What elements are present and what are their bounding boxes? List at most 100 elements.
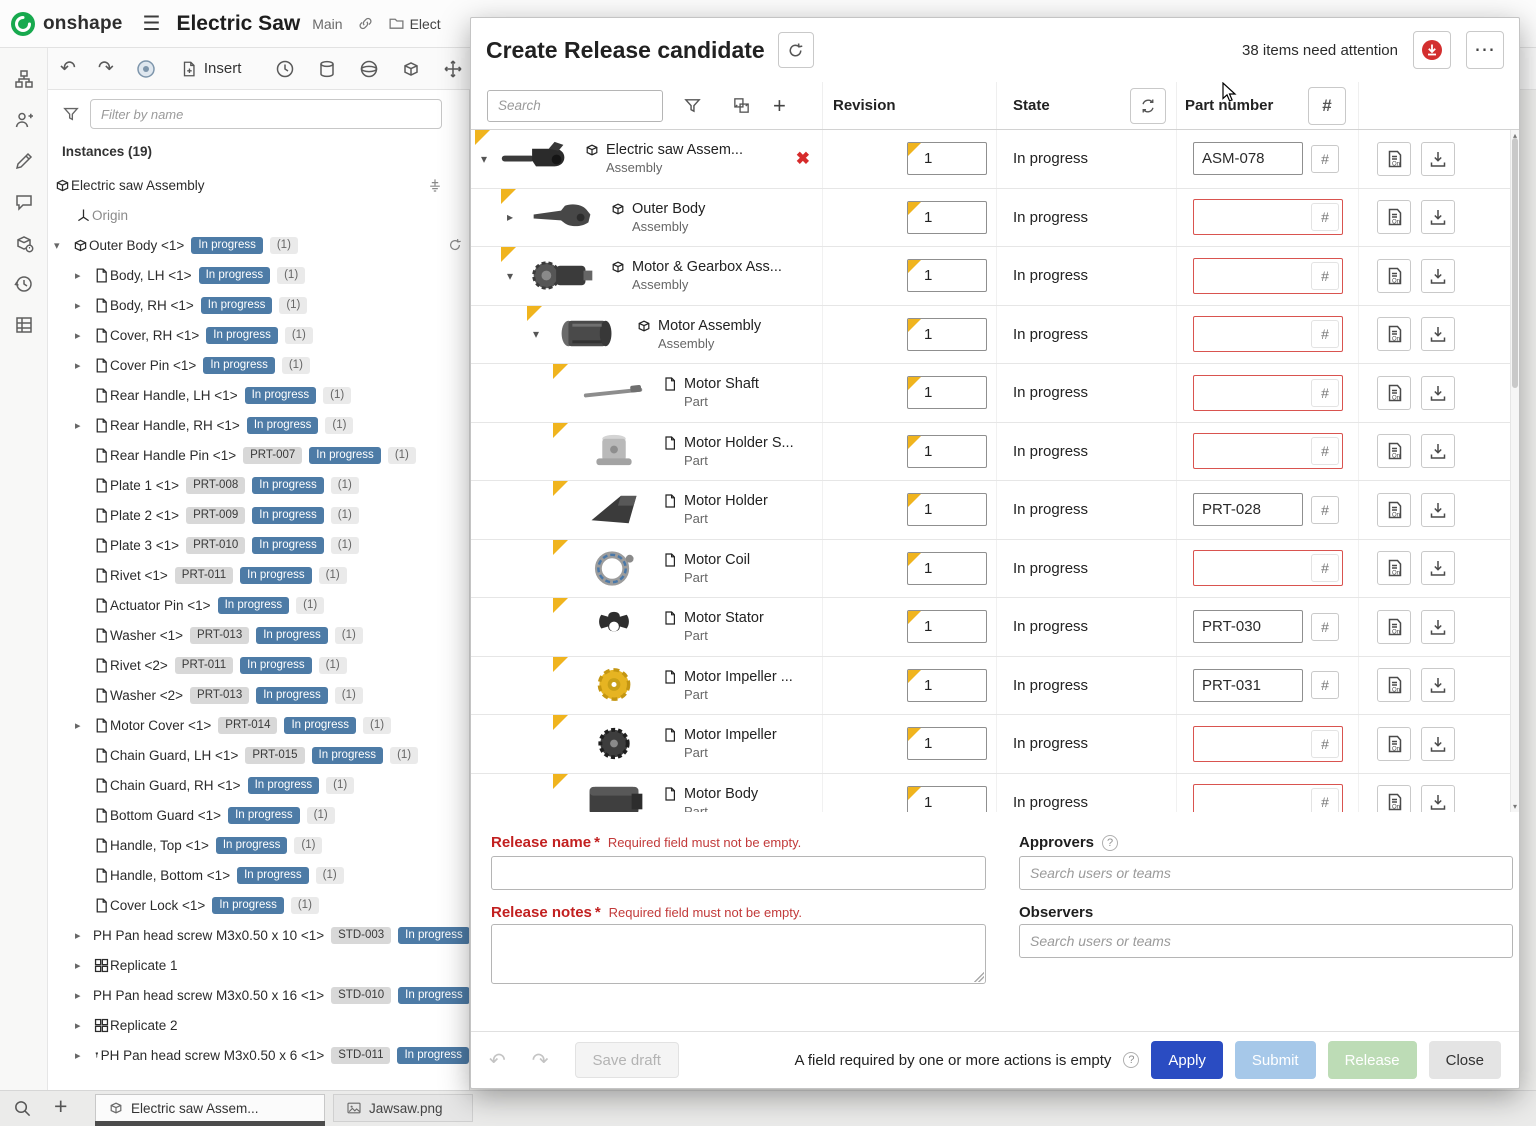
part-number-input[interactable]	[1194, 384, 1311, 401]
approvers-help-icon[interactable]: ?	[1102, 835, 1118, 851]
assign-part-number-button[interactable]: #	[1311, 788, 1339, 812]
assign-part-number-button[interactable]: #	[1311, 613, 1339, 641]
bom-table-icon[interactable]	[14, 315, 34, 335]
release-item-row[interactable]: Motor StatorPartIn progress#On	[471, 598, 1519, 657]
tree-item[interactable]: ▸PH Pan head screw M3x0.50 x 10 <1>STD-0…	[48, 920, 469, 950]
tree-item[interactable]: ▸Replicate 2	[48, 1010, 469, 1040]
tree-item[interactable]: Rear Handle Pin <1>PRT-007In progress(1)	[48, 440, 469, 470]
insert-button[interactable]: Insert	[180, 60, 242, 78]
part-number-input[interactable]	[1194, 209, 1311, 226]
download-item-button[interactable]	[1421, 727, 1455, 761]
release-item-row[interactable]: Motor ImpellerPartIn progress#On	[471, 715, 1519, 774]
release-item-row[interactable]: Motor CoilPartIn progress#On	[471, 540, 1519, 599]
download-item-button[interactable]	[1421, 610, 1455, 644]
box-icon[interactable]	[401, 59, 421, 79]
approvers-input[interactable]	[1019, 856, 1513, 890]
assign-part-number-button[interactable]: #	[1311, 379, 1339, 407]
download-release-button[interactable]	[1413, 31, 1451, 69]
tree-item[interactable]: ▸Cover Pin <1>In progress(1)	[48, 350, 469, 380]
download-item-button[interactable]	[1421, 785, 1455, 812]
tree-item[interactable]: ▾Outer Body <1>In progress(1)	[48, 230, 469, 260]
assign-part-number-button[interactable]: #	[1311, 671, 1339, 699]
release-item-row[interactable]: ▸Outer BodyAssemblyIn progress#On	[471, 189, 1519, 248]
part-number-input[interactable]	[1194, 560, 1311, 577]
part-number-input[interactable]	[1193, 610, 1303, 643]
submit-button[interactable]: Submit	[1235, 1041, 1316, 1079]
assign-part-number-button[interactable]: #	[1311, 262, 1339, 290]
part-number-input[interactable]	[1194, 735, 1311, 752]
assign-part-number-button[interactable]: #	[1311, 320, 1339, 348]
chevron-right-icon[interactable]: ▸	[75, 959, 93, 972]
release-item-row[interactable]: Motor Holder S...PartIn progress#On	[471, 423, 1519, 482]
resize-grip[interactable]	[974, 972, 984, 982]
comment-icon[interactable]	[14, 192, 34, 212]
branch-label[interactable]: Main	[312, 16, 342, 32]
item-properties-button[interactable]: On	[1377, 259, 1411, 293]
chevron-right-icon[interactable]: ▸	[75, 359, 93, 372]
chevron-right-icon[interactable]: ▸	[75, 1049, 93, 1062]
hierarchy-icon[interactable]	[14, 69, 34, 89]
tree-item[interactable]: ▸Cover, RH <1>In progress(1)	[48, 320, 469, 350]
part-number-input[interactable]	[1194, 267, 1311, 284]
tree-item[interactable]: ▸Motor Cover <1>PRT-014In progress(1)	[48, 710, 469, 740]
tree-item[interactable]: Origin	[48, 200, 469, 230]
chevron-right-icon[interactable]: ▸	[75, 1019, 93, 1032]
download-item-button[interactable]	[1421, 668, 1455, 702]
revision-input[interactable]	[908, 787, 986, 812]
revision-input[interactable]	[908, 728, 986, 759]
tree-item[interactable]: Handle, Bottom <1>In progress(1)	[48, 860, 469, 890]
sphere-icon[interactable]	[359, 59, 379, 79]
tree-item[interactable]: Chain Guard, RH <1>In progress(1)	[48, 770, 469, 800]
release-item-row[interactable]: Motor ShaftPartIn progress#On	[471, 364, 1519, 423]
save-draft-button[interactable]: Save draft	[575, 1042, 679, 1078]
assign-part-number-button[interactable]: #	[1311, 437, 1339, 465]
cube-help-icon[interactable]	[14, 233, 34, 253]
undo-icon[interactable]: ↶	[60, 59, 76, 78]
item-properties-button[interactable]: On	[1377, 493, 1411, 527]
item-properties-button[interactable]: On	[1377, 142, 1411, 176]
chevron-down-icon[interactable]: ▾	[533, 327, 551, 341]
download-item-button[interactable]	[1421, 493, 1455, 527]
tree-item[interactable]: Actuator Pin <1>In progress(1)	[48, 590, 469, 620]
release-item-row[interactable]: ▾Electric saw Assem...Assembly✖In progre…	[471, 130, 1519, 189]
clock-icon[interactable]	[275, 59, 295, 79]
revision-input[interactable]	[908, 202, 986, 233]
tree-item[interactable]: Chain Guard, LH <1>PRT-015In progress(1)	[48, 740, 469, 770]
item-properties-button[interactable]: On	[1377, 317, 1411, 351]
tab-electric-saw-assembly[interactable]: Electric saw Assem...	[95, 1094, 325, 1122]
redo-icon[interactable]: ↷	[98, 59, 114, 78]
part-number-input[interactable]	[1193, 493, 1303, 526]
tree-item[interactable]: Rivet <1>PRT-011In progress(1)	[48, 560, 469, 590]
assign-part-number-button[interactable]: #	[1311, 145, 1339, 173]
revision-input[interactable]	[908, 143, 986, 174]
tree-item[interactable]: Washer <1>PRT-013In progress(1)	[48, 620, 469, 650]
download-item-button[interactable]	[1421, 376, 1455, 410]
tree-item[interactable]: Electric saw Assembly	[48, 170, 469, 200]
revision-input[interactable]	[908, 611, 986, 642]
chevron-right-icon[interactable]: ▸	[75, 719, 93, 732]
part-number-input[interactable]	[1194, 794, 1311, 811]
add-tab-button[interactable]: +	[54, 1093, 67, 1120]
refresh-release-button[interactable]	[778, 32, 814, 68]
revision-input[interactable]	[908, 260, 986, 291]
pencil-icon[interactable]	[14, 151, 34, 171]
chevron-right-icon[interactable]: ▸	[75, 989, 93, 1002]
chevron-down-icon[interactable]: ▾	[507, 269, 525, 283]
tree-item[interactable]: Bottom Guard <1>In progress(1)	[48, 800, 469, 830]
filter-items-icon[interactable]	[683, 96, 702, 115]
release-item-row[interactable]: Motor Impeller ...PartIn progress#On	[471, 657, 1519, 716]
scrollbar-thumb[interactable]	[1512, 138, 1518, 388]
tree-item[interactable]: Plate 2 <1>PRT-009In progress(1)	[48, 500, 469, 530]
part-number-input[interactable]	[1193, 142, 1303, 175]
download-item-button[interactable]	[1421, 200, 1455, 234]
table-scrollbar[interactable]: ▴▾	[1510, 130, 1519, 812]
release-button[interactable]: Release	[1328, 1041, 1417, 1079]
person-plus-icon[interactable]	[14, 110, 34, 130]
assign-part-number-button[interactable]: #	[1311, 554, 1339, 582]
release-item-row[interactable]: ▾Motor AssemblyAssemblyIn progress#On	[471, 306, 1519, 365]
filter-by-name-input[interactable]	[90, 99, 442, 129]
tree-item[interactable]: ▸Body, LH <1>In progress(1)	[48, 260, 469, 290]
observers-input[interactable]	[1019, 924, 1513, 958]
refresh-states-button[interactable]	[1130, 88, 1166, 124]
search-tabs-icon[interactable]	[13, 1099, 32, 1118]
